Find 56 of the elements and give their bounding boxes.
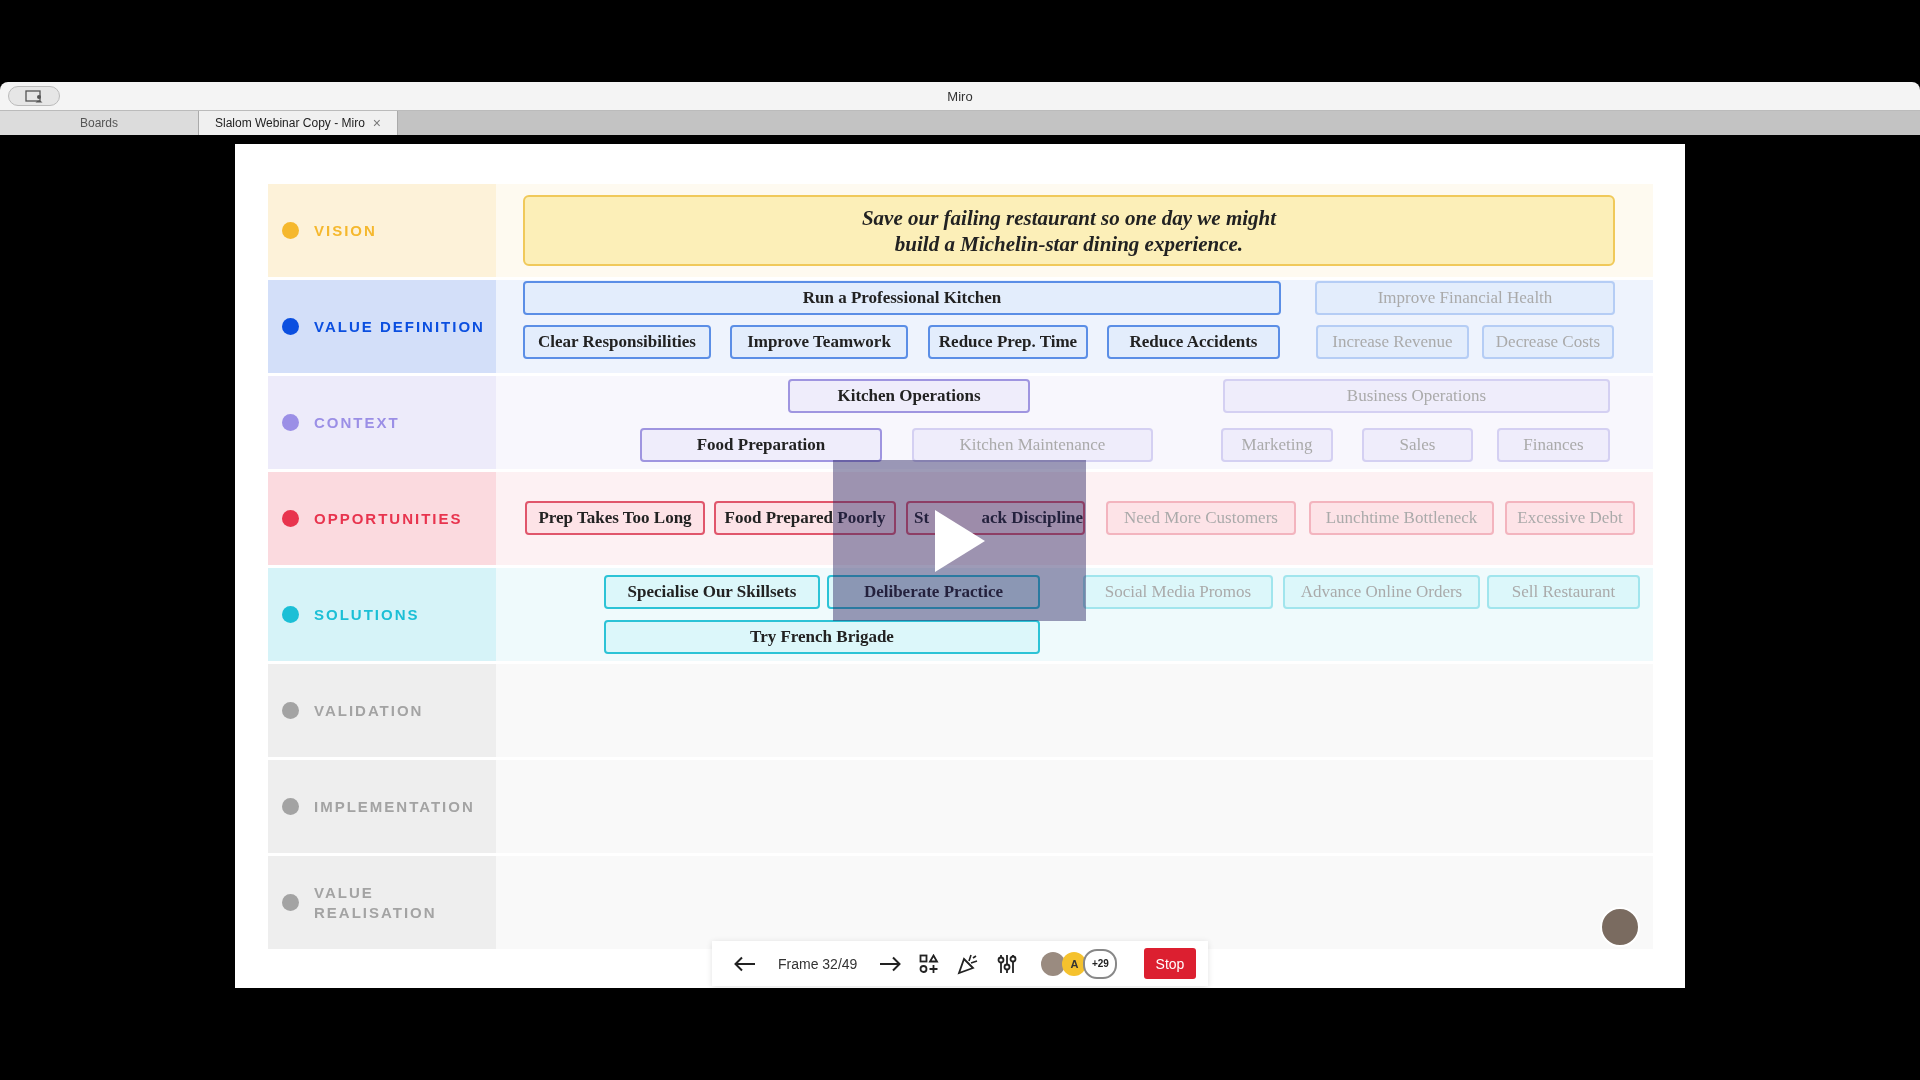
lane-label: VISION: [314, 220, 378, 241]
sticky-card: Food Preparation: [640, 428, 882, 462]
sticky-card: Social Media Promos: [1083, 575, 1273, 609]
sticky-card: Need More Customers: [1106, 501, 1296, 535]
sticky-card: Advance Online Orders: [1283, 575, 1480, 609]
sticky-card: Run a Professional Kitchen: [523, 281, 1281, 315]
lane-label: IMPLEMENTATION: [314, 796, 476, 817]
sticky-card: Decrease Costs: [1482, 325, 1614, 359]
tab-label: Slalom Webinar Copy - Miro: [215, 116, 365, 130]
stop-button[interactable]: Stop: [1144, 948, 1196, 979]
sticky-card: Lunchtime Bottleneck: [1309, 501, 1494, 535]
party-popper-icon[interactable]: [957, 952, 980, 975]
sticky-card: Kitchen Operations: [788, 379, 1030, 413]
browser-tab[interactable]: Boards: [0, 111, 199, 135]
sticky-card: Improve Teamwork: [730, 325, 908, 359]
sticky-card: Sell Restaurant: [1487, 575, 1640, 609]
sticky-card: Increase Revenue: [1316, 325, 1469, 359]
sticky-card: Marketing: [1221, 428, 1333, 462]
sticky-card: Specialise Our Skillsets: [604, 575, 820, 609]
lane-label: OPPORTUNITIES: [314, 508, 464, 529]
close-icon[interactable]: ×: [372, 116, 381, 130]
sticky-card: Finances: [1497, 428, 1610, 462]
lane-label: VALIDATION: [314, 700, 425, 721]
sliders-icon[interactable]: [997, 953, 1018, 974]
sticky-card: Kitchen Maintenance: [912, 428, 1153, 462]
sidebar-toggle-button[interactable]: [8, 86, 60, 106]
lane-label: VALUE DEFINITION: [314, 316, 486, 337]
sticky-card: Improve Financial Health: [1315, 281, 1615, 315]
avatar[interactable]: [1041, 951, 1066, 976]
sticky-card: Clear Responsibilities: [523, 325, 711, 359]
window-title: Miro: [947, 88, 973, 104]
frame-counter: Frame 32/49: [778, 955, 858, 972]
sticky-card: Business Operations: [1223, 379, 1610, 413]
screen-person-icon: [25, 89, 43, 103]
sticky-card: Try French Brigade: [604, 620, 1040, 654]
right-arrow-icon[interactable]: [879, 955, 902, 972]
left-arrow-icon[interactable]: [734, 955, 756, 972]
card-text: ack Discipline: [981, 508, 1083, 528]
sticky-card: Sales: [1362, 428, 1473, 462]
lane-label: VALUE REALISATION: [314, 882, 438, 923]
sticky-card: Prep Takes Too Long: [525, 501, 705, 535]
tab-label: Boards: [80, 116, 118, 130]
presenter-avatar[interactable]: [1600, 907, 1640, 947]
vision-card: Save our failing restaurant so one day we might build a Michelin-star dining experience.: [523, 195, 1615, 266]
sticky-card: Excessive Debt: [1505, 501, 1635, 535]
browser-tab[interactable]: Slalom Webinar Copy - Miro ×: [199, 111, 398, 135]
lane-label: SOLUTIONS: [314, 604, 421, 625]
sticky-card: Reduce Prep. Time: [928, 325, 1088, 359]
shapes-icon[interactable]: [919, 953, 940, 974]
video-play-overlay[interactable]: [833, 460, 1086, 621]
card-text: St: [914, 508, 930, 528]
sticky-card: Reduce Accidents: [1107, 325, 1280, 359]
more-participants-badge[interactable]: +29: [1083, 948, 1118, 979]
lane-label: CONTEXT: [314, 412, 401, 433]
sticky-card: Deliberate Practice: [827, 575, 1040, 609]
sticky-card: Food Prepared Poorly: [714, 501, 896, 535]
